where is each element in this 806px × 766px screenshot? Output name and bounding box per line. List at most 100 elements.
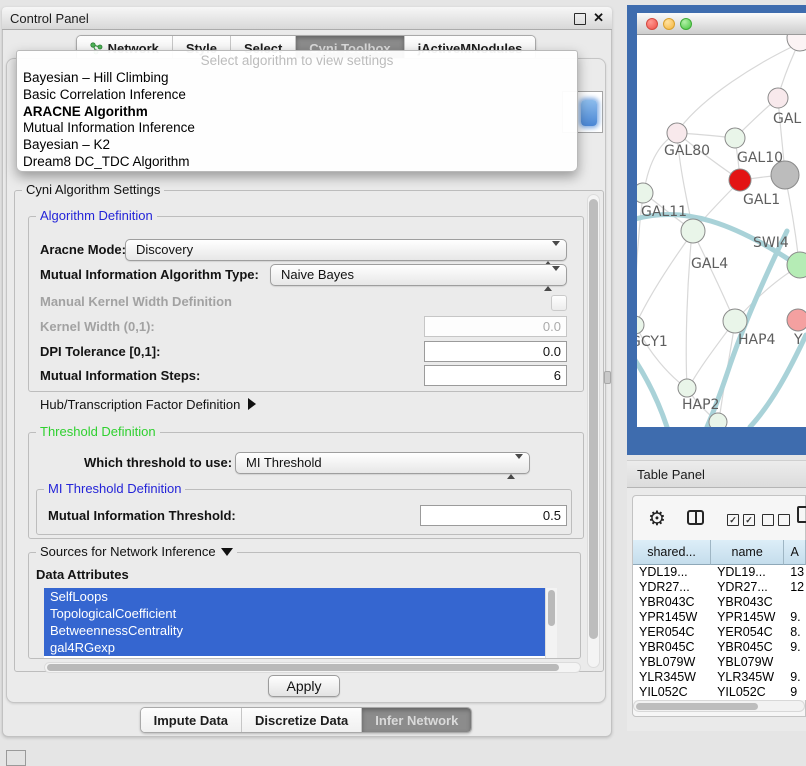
network-node-gal10[interactable] — [725, 128, 745, 148]
sources-group-header[interactable]: Sources for Network Inference — [36, 544, 237, 559]
export-table-icon[interactable] — [797, 506, 806, 523]
algorithm-option-bayesian-hill-climbing[interactable]: Bayesian – Hill Climbing — [17, 70, 577, 87]
table-cell[interactable]: YBL079W — [711, 655, 784, 670]
table-cell[interactable]: YDR27... — [633, 580, 711, 595]
table-cell[interactable]: YBR045C — [633, 640, 711, 655]
network-node-y[interactable] — [787, 309, 806, 331]
table-cell[interactable]: YER054C — [711, 625, 784, 640]
scrollbar-thumb[interactable] — [548, 590, 555, 626]
table-cell[interactable]: 13 — [784, 565, 806, 580]
mi-threshold-field[interactable]: 0.5 — [420, 505, 567, 526]
column-header-a[interactable]: A — [784, 540, 806, 565]
network-window-titlebar[interactable] — [637, 13, 806, 35]
table-row[interactable]: YIL052CYIL052C9 — [633, 685, 806, 700]
table-cell[interactable]: YER054C — [633, 625, 711, 640]
columns-icon[interactable] — [687, 510, 704, 525]
table-cell[interactable]: YIL052C — [633, 685, 711, 700]
column-header-shared[interactable]: shared... — [633, 540, 711, 565]
table-cell[interactable]: 9 — [784, 685, 806, 700]
which-threshold-combo[interactable]: MI Threshold — [235, 452, 530, 474]
manual-kernel-width-checkbox[interactable] — [551, 295, 567, 311]
table-cell[interactable]: YBR043C — [711, 595, 784, 610]
network-node-gal80[interactable] — [667, 123, 687, 143]
attribute-item-gal4rgexp[interactable]: gal4RGexp — [44, 639, 545, 656]
table-cell[interactable]: YBR045C — [711, 640, 784, 655]
table-cell[interactable]: YDL19... — [633, 565, 711, 580]
network-node-swi4[interactable] — [787, 252, 806, 278]
panel-splitter-handle[interactable] — [604, 371, 611, 384]
table-cell[interactable]: 12 — [784, 580, 806, 595]
bottom-tab-discretize-data[interactable]: Discretize Data — [242, 708, 362, 732]
aracne-mode-combo[interactable]: Discovery — [125, 239, 567, 261]
float-window-icon[interactable] — [574, 13, 586, 25]
network-edge[interactable] — [750, 335, 806, 427]
scrollbar-thumb[interactable] — [636, 703, 758, 710]
table-row[interactable]: YDR27...YDR27...12 — [633, 580, 806, 595]
table-cell[interactable]: YDR27... — [711, 580, 784, 595]
mi-algorithm-type-combo[interactable]: Naive Bayes — [270, 264, 567, 286]
table-row[interactable]: YER054CYER054C8. — [633, 625, 806, 640]
algorithm-option-dream8-dc-tdc-algorithm[interactable]: Dream8 DC_TDC Algorithm — [17, 154, 577, 171]
table-row[interactable]: YBR045CYBR045C9. — [633, 640, 806, 655]
attribute-item-betweennesscentrality[interactable]: BetweennessCentrality — [44, 622, 545, 639]
table-cell[interactable]: YPR145W — [633, 610, 711, 625]
algorithm-option-bayesian-k2[interactable]: Bayesian – K2 — [17, 137, 577, 154]
network-node-gal[interactable] — [768, 88, 788, 108]
hub-definition-expander[interactable]: Hub/Transcription Factor Definition — [40, 394, 256, 416]
table-row[interactable]: YBL079WYBL079W — [633, 655, 806, 670]
table-row[interactable]: YLR345WYLR345W9. — [633, 670, 806, 685]
algorithm-option-mutual-information-inference[interactable]: Mutual Information Inference — [17, 120, 577, 137]
settings-horizontal-scrollbar[interactable] — [44, 662, 581, 673]
table-cell[interactable]: YLR345W — [633, 670, 711, 685]
table-row[interactable]: YDL19...YDL19...13 — [633, 565, 806, 580]
network-node-gal4[interactable] — [681, 219, 705, 243]
network-node-gal1[interactable] — [729, 169, 751, 191]
bottom-tab-impute-data[interactable]: Impute Data — [141, 708, 242, 732]
table-cell[interactable]: 9. — [784, 640, 806, 655]
network-node-gcy1[interactable] — [637, 316, 644, 334]
table-horizontal-scrollbar[interactable] — [633, 700, 805, 712]
network-node[interactable] — [709, 413, 727, 427]
network-view-canvas[interactable]: GALGAL80GAL10GAL1GAL11GAL4SWI4HAP4YGCY1H… — [637, 35, 806, 427]
scrollbar-thumb[interactable] — [47, 664, 559, 671]
close-window-icon[interactable] — [646, 18, 658, 30]
table-cell[interactable]: YLR345W — [711, 670, 784, 685]
attribute-item-selfloops[interactable]: SelfLoops — [44, 588, 545, 605]
minimize-window-icon[interactable] — [663, 18, 675, 30]
dpi-tolerance-field[interactable]: 0.0 — [424, 341, 567, 362]
table-cell[interactable] — [784, 655, 806, 670]
table-cell[interactable]: YDL19... — [711, 565, 784, 580]
algorithm-option-basic-correlation-inference[interactable]: Basic Correlation Inference — [17, 87, 577, 104]
network-node-hap2[interactable] — [678, 379, 696, 397]
network-node[interactable] — [787, 35, 806, 51]
kernel-width-field[interactable]: 0.0 — [424, 316, 567, 337]
table-cell[interactable]: YIL052C — [711, 685, 784, 700]
table-cell[interactable]: 9. — [784, 610, 806, 625]
mi-steps-field[interactable]: 6 — [424, 365, 567, 386]
combo-spinner-focused[interactable] — [581, 100, 597, 126]
table-cell[interactable]: YBR043C — [633, 595, 711, 610]
table-cell[interactable]: 8. — [784, 625, 806, 640]
zoom-window-icon[interactable] — [680, 18, 692, 30]
table-row[interactable]: YBR043CYBR043C — [633, 595, 806, 610]
attributes-vertical-scrollbar[interactable] — [545, 588, 557, 658]
table-cell[interactable]: YPR145W — [711, 610, 784, 625]
attribute-item-topologicalcoefficient[interactable]: TopologicalCoefficient — [44, 605, 545, 622]
table-cell[interactable] — [784, 595, 806, 610]
gear-icon[interactable]: ⚙ — [648, 506, 666, 531]
apply-button[interactable]: Apply — [268, 675, 340, 697]
column-header-name[interactable]: name — [711, 540, 784, 565]
close-panel-icon[interactable]: ✕ — [593, 10, 604, 26]
minimized-panel-icon[interactable] — [6, 750, 26, 766]
network-edge[interactable] — [637, 232, 693, 324]
table-cell[interactable]: YBL079W — [633, 655, 711, 670]
network-node-hap4[interactable] — [723, 309, 747, 333]
algorithm-option-aracne-algorithm[interactable]: ARACNE Algorithm — [17, 104, 577, 121]
table-row[interactable]: YPR145WYPR145W9. — [633, 610, 806, 625]
deselect-all-columns-icon[interactable] — [762, 514, 790, 526]
select-all-columns-icon[interactable]: ✓ ✓ — [727, 514, 755, 526]
network-node-gal11[interactable] — [637, 183, 653, 203]
bottom-tab-infer-network[interactable]: Infer Network — [362, 708, 471, 732]
settings-vertical-scrollbar[interactable] — [587, 194, 600, 668]
scrollbar-thumb[interactable] — [589, 199, 598, 639]
